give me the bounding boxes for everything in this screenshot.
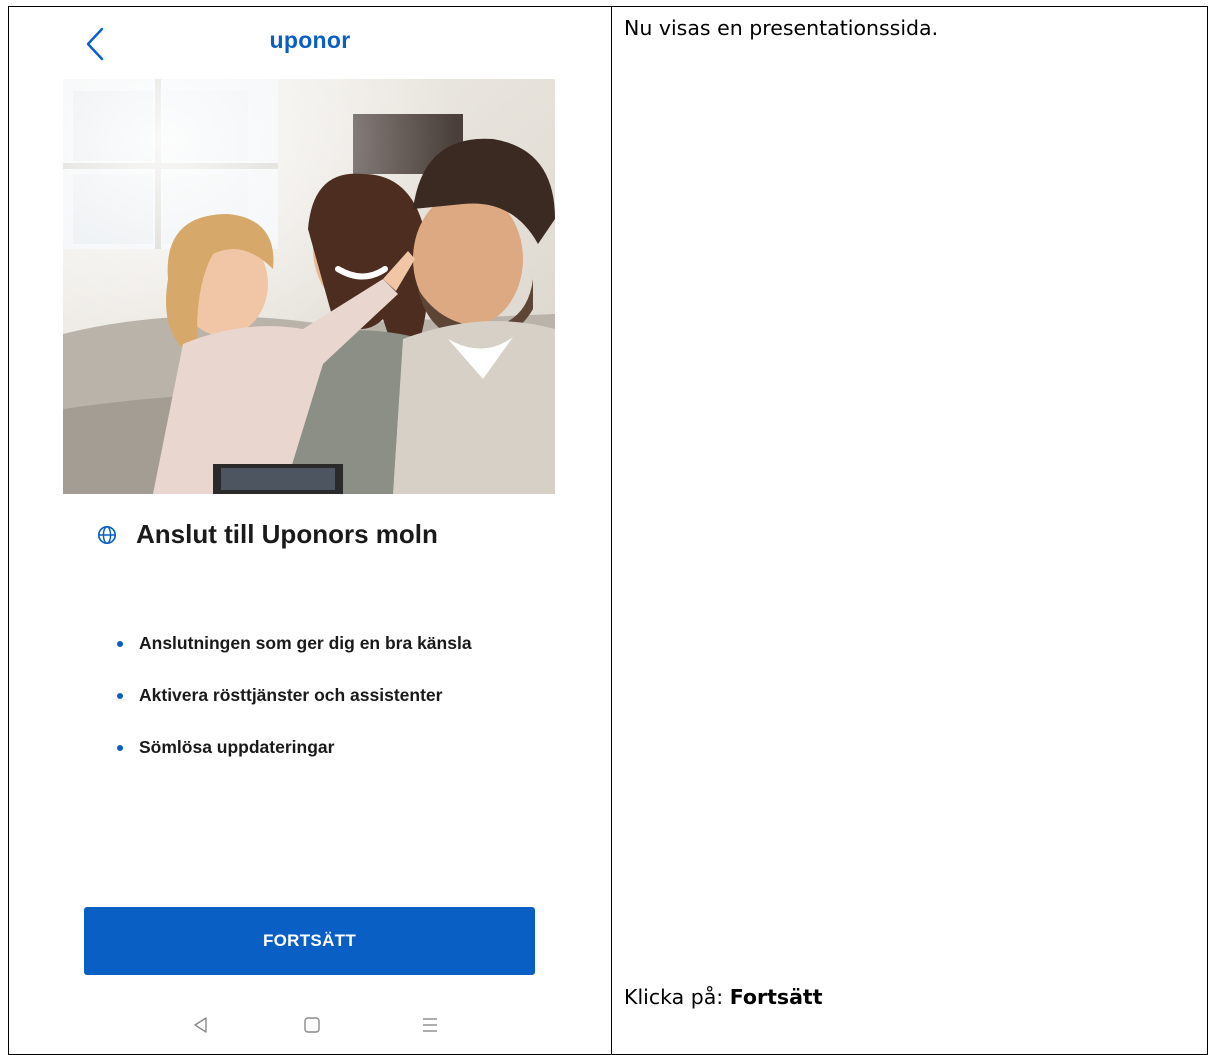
hero-family-photo (63, 79, 555, 494)
brand-logo: uponor (269, 27, 351, 53)
list-item: Anslutningen som ger dig en bra känsla (117, 617, 472, 669)
instruction-table: uponor Anslut till Uponors moln Anslutni… (8, 6, 1208, 1055)
instruction-cell: Nu visas en presentationssida. Klicka på… (612, 7, 1207, 1054)
system-navigation-bar (9, 1013, 611, 1041)
globe-icon (97, 525, 117, 545)
triangle-back-icon[interactable] (189, 1013, 213, 1037)
section-heading: Anslut till Uponors moln (97, 519, 438, 550)
feature-text: Sömlösa uppdateringar (139, 736, 335, 757)
section-title: Anslut till Uponors moln (136, 519, 438, 549)
instruction-action-label: Fortsätt (729, 985, 823, 1009)
feature-text: Aktivera rösttjänster och assistenter (139, 684, 443, 705)
menu-lines-icon[interactable] (418, 1013, 442, 1037)
instruction-prefix: Klicka på: (624, 985, 730, 1009)
screenshot-cell: uponor Anslut till Uponors moln Anslutni… (9, 7, 612, 1054)
square-home-icon[interactable] (300, 1013, 324, 1037)
feature-text: Anslutningen som ger dig en bra känsla (139, 632, 472, 653)
list-item: Aktivera rösttjänster och assistenter (117, 669, 472, 721)
bullet-icon (117, 640, 123, 647)
instruction-description: Nu visas en presentationssida. (624, 16, 939, 40)
list-item: Sömlösa uppdateringar (117, 721, 472, 773)
feature-list: Anslutningen som ger dig en bra känsla A… (117, 617, 472, 773)
continue-button[interactable]: FORTSÄTT (84, 907, 535, 975)
instruction-action: Klicka på: Fortsätt (624, 985, 823, 1009)
bullet-icon (117, 692, 123, 699)
bullet-icon (117, 744, 123, 751)
